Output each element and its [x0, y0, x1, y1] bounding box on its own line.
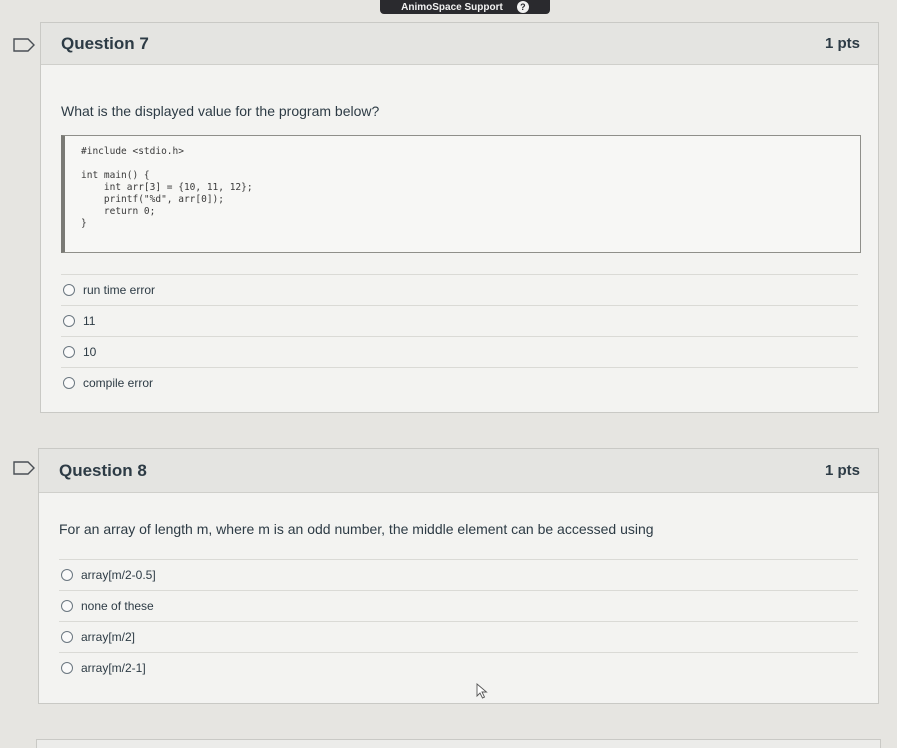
- radio-button[interactable]: [63, 346, 75, 358]
- radio-button[interactable]: [61, 662, 73, 674]
- question-points: 1 pts: [824, 462, 860, 479]
- answer-option[interactable]: 10: [61, 336, 858, 367]
- answer-label[interactable]: compile error: [83, 376, 153, 390]
- next-question-edge: [36, 739, 881, 748]
- answer-label[interactable]: array[m/2]: [81, 630, 135, 644]
- question-header: Question 7 1 pts: [41, 23, 878, 65]
- code-block: #include <stdio.h> int main() { int arr[…: [61, 135, 861, 253]
- support-label[interactable]: AnimoSpace Support: [401, 2, 503, 13]
- answer-option[interactable]: none of these: [59, 590, 858, 621]
- radio-button[interactable]: [61, 600, 73, 612]
- question-8: Question 8 1 pts For an array of length …: [38, 448, 879, 704]
- radio-button[interactable]: [63, 284, 75, 296]
- answer-label[interactable]: 11: [83, 314, 95, 328]
- answer-option[interactable]: run time error: [61, 274, 858, 305]
- question-title: Question 7: [61, 33, 149, 53]
- answer-option[interactable]: array[m/2]: [59, 621, 858, 652]
- radio-button[interactable]: [61, 631, 73, 643]
- support-bar[interactable]: AnimoSpace Support ?: [380, 0, 550, 14]
- answer-label[interactable]: array[m/2-0.5]: [81, 568, 156, 582]
- question-title: Question 8: [59, 460, 147, 480]
- answer-option[interactable]: compile error: [61, 367, 858, 398]
- question-prompt: What is the displayed value for the prog…: [61, 103, 380, 119]
- mouse-cursor-icon: [476, 683, 488, 699]
- radio-button[interactable]: [61, 569, 73, 581]
- answer-label[interactable]: run time error: [83, 283, 155, 297]
- answer-label[interactable]: array[m/2-1]: [81, 661, 146, 675]
- question-prompt: For an array of length m, where m is an …: [59, 521, 654, 537]
- question-header: Question 8 1 pts: [39, 449, 878, 493]
- answer-label[interactable]: 10: [83, 345, 96, 359]
- flag-question-icon[interactable]: [13, 461, 35, 475]
- help-icon[interactable]: ?: [516, 1, 529, 13]
- answer-option[interactable]: array[m/2-0.5]: [59, 559, 858, 590]
- answer-option[interactable]: 11: [61, 305, 858, 336]
- flag-question-icon[interactable]: [13, 38, 35, 52]
- radio-button[interactable]: [63, 315, 75, 327]
- answer-option[interactable]: array[m/2-1]: [59, 652, 858, 683]
- radio-button[interactable]: [63, 377, 75, 389]
- question-points: 1 pts: [824, 35, 860, 52]
- answer-label[interactable]: none of these: [81, 599, 154, 613]
- question-7: Question 7 1 pts What is the displayed v…: [40, 22, 879, 413]
